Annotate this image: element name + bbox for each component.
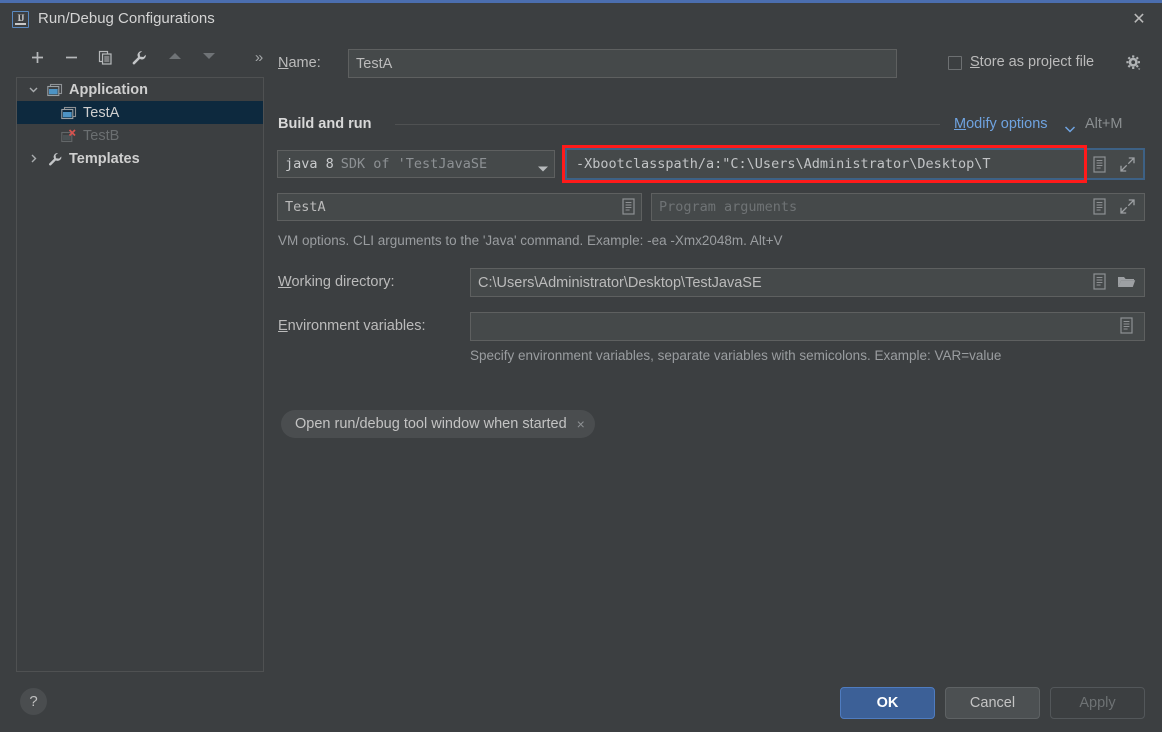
tree-node-testb[interactable]: TestB (17, 124, 263, 147)
program-arguments-history-icon[interactable] (1092, 198, 1110, 216)
main-class-history-icon[interactable] (621, 198, 639, 216)
chevron-down-icon[interactable] (27, 84, 39, 96)
edit-templates-button[interactable] (126, 44, 152, 72)
configurations-tree[interactable]: Application TestA TestB Templates (16, 77, 264, 672)
run-debug-configurations-dialog: IJ Run/Debug Configurations ✕ » Applicat… (0, 0, 1162, 732)
chevron-down-icon[interactable] (1064, 121, 1076, 139)
application-folder-icon (47, 83, 63, 97)
tree-node-templates[interactable]: Templates (17, 147, 263, 170)
wrench-icon (47, 152, 63, 166)
tree-node-application[interactable]: Application (17, 78, 263, 101)
tree-node-label: Application (69, 81, 148, 98)
apply-button[interactable]: Apply (1050, 687, 1145, 719)
working-directory-label: Working directory: (278, 274, 395, 290)
ok-button[interactable]: OK (840, 687, 935, 719)
tree-node-testa[interactable]: TestA (17, 101, 263, 124)
plus-icon (31, 52, 43, 63)
store-as-project-file-label[interactable]: Store as project file (970, 54, 1094, 70)
working-directory-input[interactable]: C:\Users\Administrator\Desktop\TestJavaS… (470, 268, 1145, 297)
environment-variables-editor-icon[interactable] (1119, 317, 1137, 335)
move-up-button[interactable] (162, 44, 188, 72)
environment-variables-hint: Specify environment variables, separate … (470, 348, 1002, 363)
title-bar: IJ Run/Debug Configurations ✕ (0, 3, 1162, 36)
main-class-input[interactable]: TestA (277, 193, 642, 221)
name-input-value: TestA (356, 55, 393, 72)
vm-options-expand-icon[interactable] (1119, 156, 1137, 174)
configurations-toolbar: » (16, 44, 264, 76)
environment-variables-input[interactable] (470, 312, 1145, 341)
tree-node-label: Templates (69, 150, 140, 167)
browse-folder-icon[interactable] (1117, 274, 1136, 292)
vm-options-input[interactable]: -Xbootclasspath/a:"C:\Users\Administrato… (569, 152, 1081, 176)
program-arguments-expand-icon[interactable] (1119, 198, 1137, 216)
jre-value-dim: SDK of 'TestJavaSE (340, 156, 488, 172)
arrow-up-icon (169, 53, 181, 59)
copy-icon (98, 50, 112, 65)
minus-icon (65, 56, 77, 59)
name-input[interactable]: TestA (348, 49, 897, 78)
vm-options-hint: VM options. CLI arguments to the 'Java' … (278, 233, 783, 248)
help-button[interactable]: ? (20, 688, 47, 715)
name-label-rest: ame: (288, 55, 321, 71)
section-divider (395, 124, 940, 125)
open-tool-window-chip-label: Open run/debug tool window when started (295, 416, 567, 432)
close-icon[interactable]: × (577, 416, 585, 432)
main-class-value: TestA (285, 199, 326, 215)
more-options-button[interactable]: » (246, 47, 272, 75)
working-directory-value: C:\Users\Administrator\Desktop\TestJavaS… (478, 274, 762, 291)
move-down-button[interactable] (196, 44, 222, 72)
modify-options-shortcut: Alt+M (1085, 116, 1123, 132)
application-icon (61, 106, 77, 120)
name-label: Name: (278, 55, 321, 71)
intellij-idea-icon: IJ (12, 11, 29, 28)
jre-selector[interactable]: java 8 SDK of 'TestJavaSE (277, 150, 555, 178)
tree-node-label: TestB (83, 127, 120, 144)
program-arguments-placeholder: Program arguments (659, 199, 798, 215)
chevron-right-icon[interactable] (27, 153, 39, 165)
build-and-run-title: Build and run (278, 116, 372, 132)
jre-value-strong: java 8 (285, 156, 334, 172)
vm-options-value: -Xbootclasspath/a:"C:\Users\Administrato… (576, 156, 991, 172)
open-tool-window-chip[interactable]: Open run/debug tool window when started … (281, 410, 595, 438)
tree-node-label: TestA (83, 104, 120, 121)
add-configuration-button[interactable] (24, 44, 50, 72)
copy-configuration-button[interactable] (92, 44, 118, 72)
environment-variables-label: Environment variables: (278, 318, 426, 334)
window-title: Run/Debug Configurations (38, 10, 215, 27)
program-arguments-input[interactable]: Program arguments (651, 193, 1145, 221)
cancel-button[interactable]: Cancel (945, 687, 1040, 719)
working-directory-history-icon[interactable] (1092, 273, 1110, 291)
gear-icon[interactable] (1125, 54, 1143, 77)
remove-configuration-button[interactable] (58, 44, 84, 72)
application-error-icon (61, 128, 77, 143)
chevron-down-icon[interactable] (537, 160, 549, 178)
arrow-down-icon (203, 53, 215, 59)
wrench-icon (132, 51, 146, 65)
store-as-project-file-checkbox[interactable] (948, 56, 962, 70)
vm-options-history-icon[interactable] (1092, 156, 1110, 174)
close-icon[interactable]: ✕ (1124, 8, 1154, 32)
modify-options-link[interactable]: Modify options (954, 116, 1048, 132)
